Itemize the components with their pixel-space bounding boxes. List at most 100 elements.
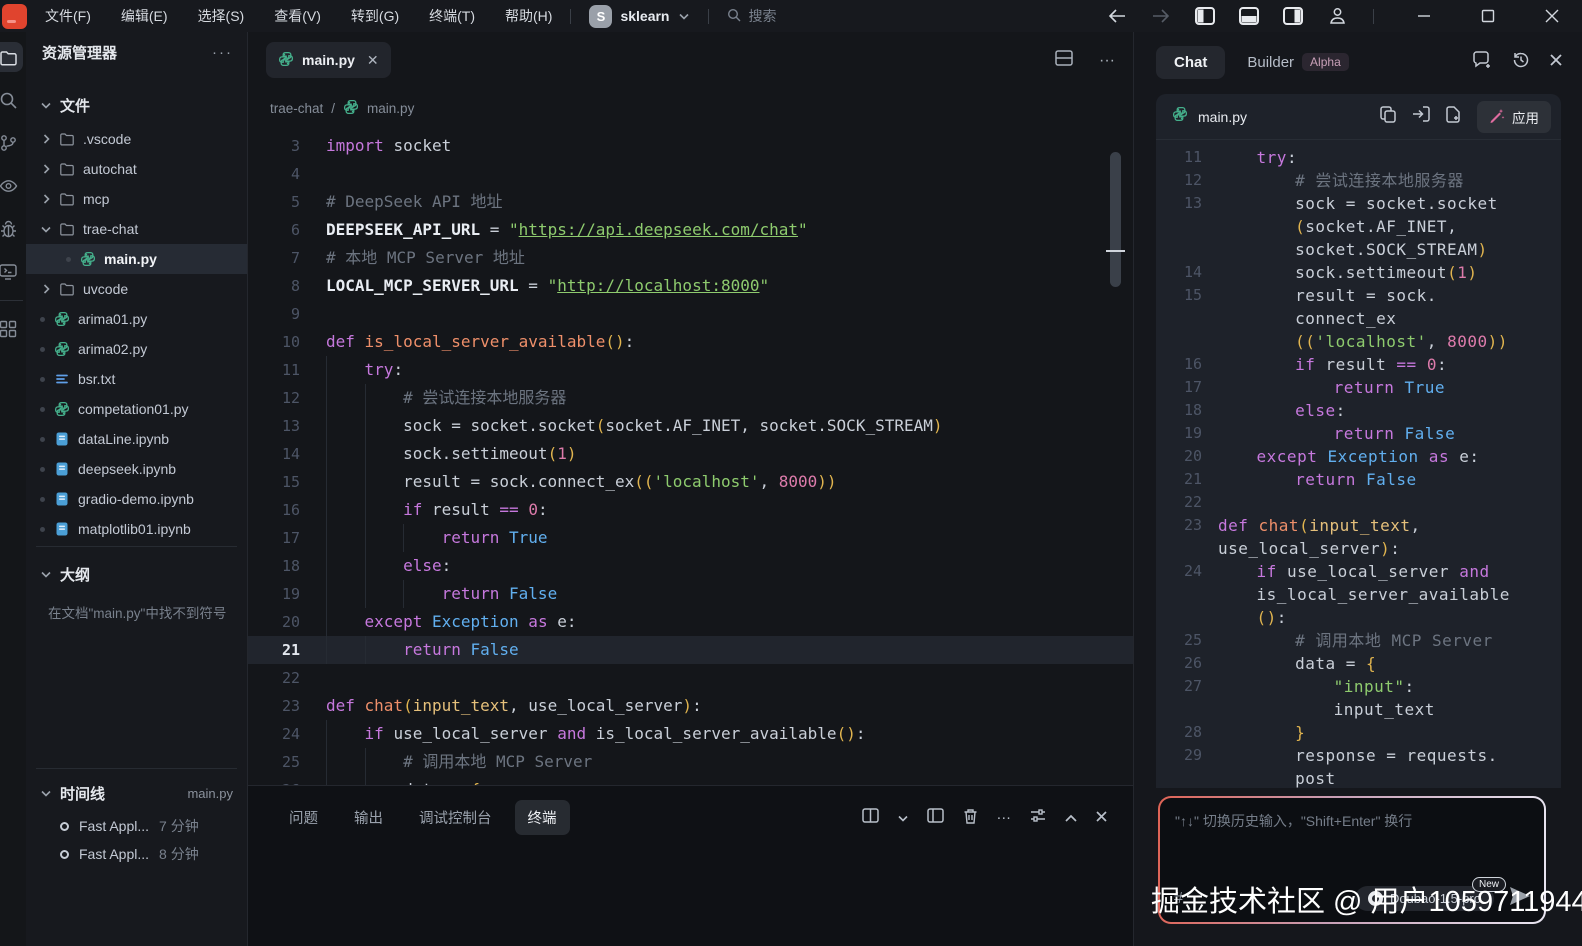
chevron-down-icon[interactable] (898, 810, 908, 826)
menu-view[interactable]: 查看(V) (274, 6, 321, 26)
code-line[interactable]: 11try: (1184, 146, 1551, 169)
activity-debug-icon[interactable] (0, 214, 23, 244)
code-line[interactable]: 19return False (1184, 422, 1551, 445)
code-line[interactable]: 26data = { (1184, 652, 1551, 675)
code-line[interactable]: connect_ex (1184, 307, 1551, 330)
activity-extensions-icon[interactable] (0, 314, 23, 344)
code-line[interactable]: 28} (1184, 721, 1551, 744)
activity-explorer-icon[interactable] (0, 42, 23, 72)
code-line[interactable]: 25# 调用本地 MCP Server (1184, 629, 1551, 652)
code-line[interactable]: use_local_server): (1184, 537, 1551, 560)
code-card-content[interactable]: 11try:12# 尝试连接本地服务器13sock = socket.socke… (1156, 140, 1561, 788)
code-line[interactable]: 6DEEPSEEK_API_URL = "https://api.deepsee… (248, 216, 1133, 244)
code-line[interactable]: 17return True (1184, 376, 1551, 399)
code-line[interactable]: 25# 调用本地 MCP Server (248, 748, 1133, 776)
send-button[interactable] (1508, 885, 1532, 912)
tree-item-arima02.py[interactable]: arima02.py (26, 334, 247, 364)
filter-settings-icon[interactable] (1030, 808, 1046, 827)
code-line[interactable]: 20except Exception as e: (1184, 445, 1551, 468)
panel-tab-终端[interactable]: 终端 (515, 800, 570, 835)
tab-close-icon[interactable]: ✕ (367, 52, 379, 69)
history-icon[interactable] (1512, 51, 1530, 74)
activity-remote-icon[interactable] (0, 257, 23, 287)
code-line[interactable]: 14sock.settimeout(1) (1184, 261, 1551, 284)
apply-button[interactable]: 应用 (1477, 101, 1551, 133)
menu-goto[interactable]: 转到(G) (351, 6, 399, 26)
nav-forward-icon[interactable] (1151, 6, 1171, 26)
code-line[interactable]: 21return False (1184, 468, 1551, 491)
code-line[interactable]: 20except Exception as e: (248, 608, 1133, 636)
menu-selection[interactable]: 选择(S) (198, 6, 245, 26)
code-line[interactable]: is_local_server_available (1184, 583, 1551, 606)
code-line[interactable]: 7# 本地 MCP Server 地址 (248, 244, 1133, 272)
activity-run-view-icon[interactable] (0, 171, 23, 201)
code-line[interactable]: 16if result == 0: (248, 496, 1133, 524)
code-line[interactable]: 11try: (248, 356, 1133, 384)
split-terminal-icon[interactable] (862, 808, 879, 827)
tree-item-uvcode[interactable]: uvcode (26, 274, 247, 304)
toggle-left-sidebar-icon[interactable] (1195, 6, 1215, 26)
tree-item-trae-chat[interactable]: trae-chat (26, 214, 247, 244)
app-logo-icon[interactable] (2, 4, 27, 29)
project-selector[interactable]: S sklearn (589, 5, 689, 28)
code-line[interactable]: 26data = { (248, 776, 1133, 785)
editor-tab-main-py[interactable]: main.py ✕ (266, 42, 391, 78)
code-line[interactable]: 23def chat(input_text, (1184, 514, 1551, 537)
tree-item-matplotlib01.ipynb[interactable]: matplotlib01.ipynb (26, 514, 247, 540)
model-selector[interactable]: Doubao-1.5-pro New (1355, 886, 1494, 911)
code-line[interactable]: 8LOCAL_MCP_SERVER_URL = "http://localhos… (248, 272, 1133, 300)
timeline-item[interactable]: Fast Appl...7 分钟 (26, 812, 247, 840)
close-panel-icon[interactable] (1096, 810, 1107, 826)
code-line[interactable]: input_text (1184, 698, 1551, 721)
breadcrumb-folder[interactable]: trae-chat (270, 101, 323, 116)
tree-item-arima01.py[interactable]: arima01.py (26, 304, 247, 334)
breadcrumb[interactable]: trae-chat / main.py (248, 92, 1133, 124)
code-line[interactable]: (): (1184, 606, 1551, 629)
menu-edit[interactable]: 编辑(E) (121, 6, 168, 26)
tree-item-bsr.txt[interactable]: bsr.txt (26, 364, 247, 394)
tab-builder[interactable]: Builder Alpha (1247, 53, 1348, 71)
tree-item-mcp[interactable]: mcp (26, 184, 247, 214)
files-section-header[interactable]: 文件 (26, 72, 247, 124)
editor-scrollbar[interactable] (1110, 152, 1121, 287)
code-line[interactable]: 16if result == 0: (1184, 353, 1551, 376)
tree-item-competation01.py[interactable]: competation01.py (26, 394, 247, 424)
maximize-button[interactable] (1478, 6, 1498, 26)
code-line[interactable]: 22 (248, 664, 1133, 692)
minimize-button[interactable] (1414, 6, 1434, 26)
code-line[interactable]: 4 (248, 160, 1133, 188)
code-line[interactable]: 15result = sock.connect_ex(('localhost',… (248, 468, 1133, 496)
maximize-panel-icon[interactable] (1065, 810, 1077, 826)
timeline-header[interactable]: 时间线 main.py (26, 769, 247, 812)
timeline-item[interactable]: Fast Appl...8 分钟 (26, 840, 247, 868)
toggle-right-sidebar-icon[interactable] (1283, 6, 1303, 26)
panel-tab-输出[interactable]: 输出 (341, 800, 396, 835)
more-actions-icon[interactable]: ··· (1099, 52, 1115, 70)
code-line[interactable]: 24if use_local_server and (1184, 560, 1551, 583)
toggle-bottom-panel-icon[interactable] (1239, 6, 1259, 26)
code-line[interactable]: 14sock.settimeout(1) (248, 440, 1133, 468)
tree-item-autochat[interactable]: autochat (26, 154, 247, 184)
tree-item-dataLine.ipynb[interactable]: dataLine.ipynb (26, 424, 247, 454)
menu-terminal[interactable]: 终端(T) (429, 6, 475, 26)
code-line[interactable]: 3import socket (248, 132, 1133, 160)
panel-tab-问题[interactable]: 问题 (276, 800, 331, 835)
code-line[interactable]: 27"input": (1184, 675, 1551, 698)
code-line[interactable]: 10def is_local_server_available(): (248, 328, 1133, 356)
code-line[interactable]: socket.SOCK_STREAM) (1184, 238, 1551, 261)
code-line[interactable]: 13sock = socket.socket (1184, 192, 1551, 215)
code-line[interactable]: 24if use_local_server and is_local_serve… (248, 720, 1133, 748)
activity-source-control-icon[interactable] (0, 128, 23, 158)
close-panel-icon[interactable] (1550, 53, 1562, 71)
menu-help[interactable]: 帮助(H) (505, 6, 552, 26)
outline-header[interactable]: 大纲 (26, 547, 247, 591)
code-line[interactable]: 12# 尝试连接本地服务器 (1184, 169, 1551, 192)
code-line[interactable]: 19return False (248, 580, 1133, 608)
more-actions-icon[interactable]: ··· (212, 44, 233, 61)
code-line[interactable]: 21return False (248, 636, 1133, 664)
breadcrumb-file[interactable]: main.py (367, 101, 414, 116)
code-line[interactable]: 22 (1184, 491, 1551, 514)
add-context-button[interactable]: # (1174, 890, 1183, 908)
code-line[interactable]: 23def chat(input_text, use_local_server)… (248, 692, 1133, 720)
code-line[interactable]: 13sock = socket.socket(socket.AF_INET, s… (248, 412, 1133, 440)
